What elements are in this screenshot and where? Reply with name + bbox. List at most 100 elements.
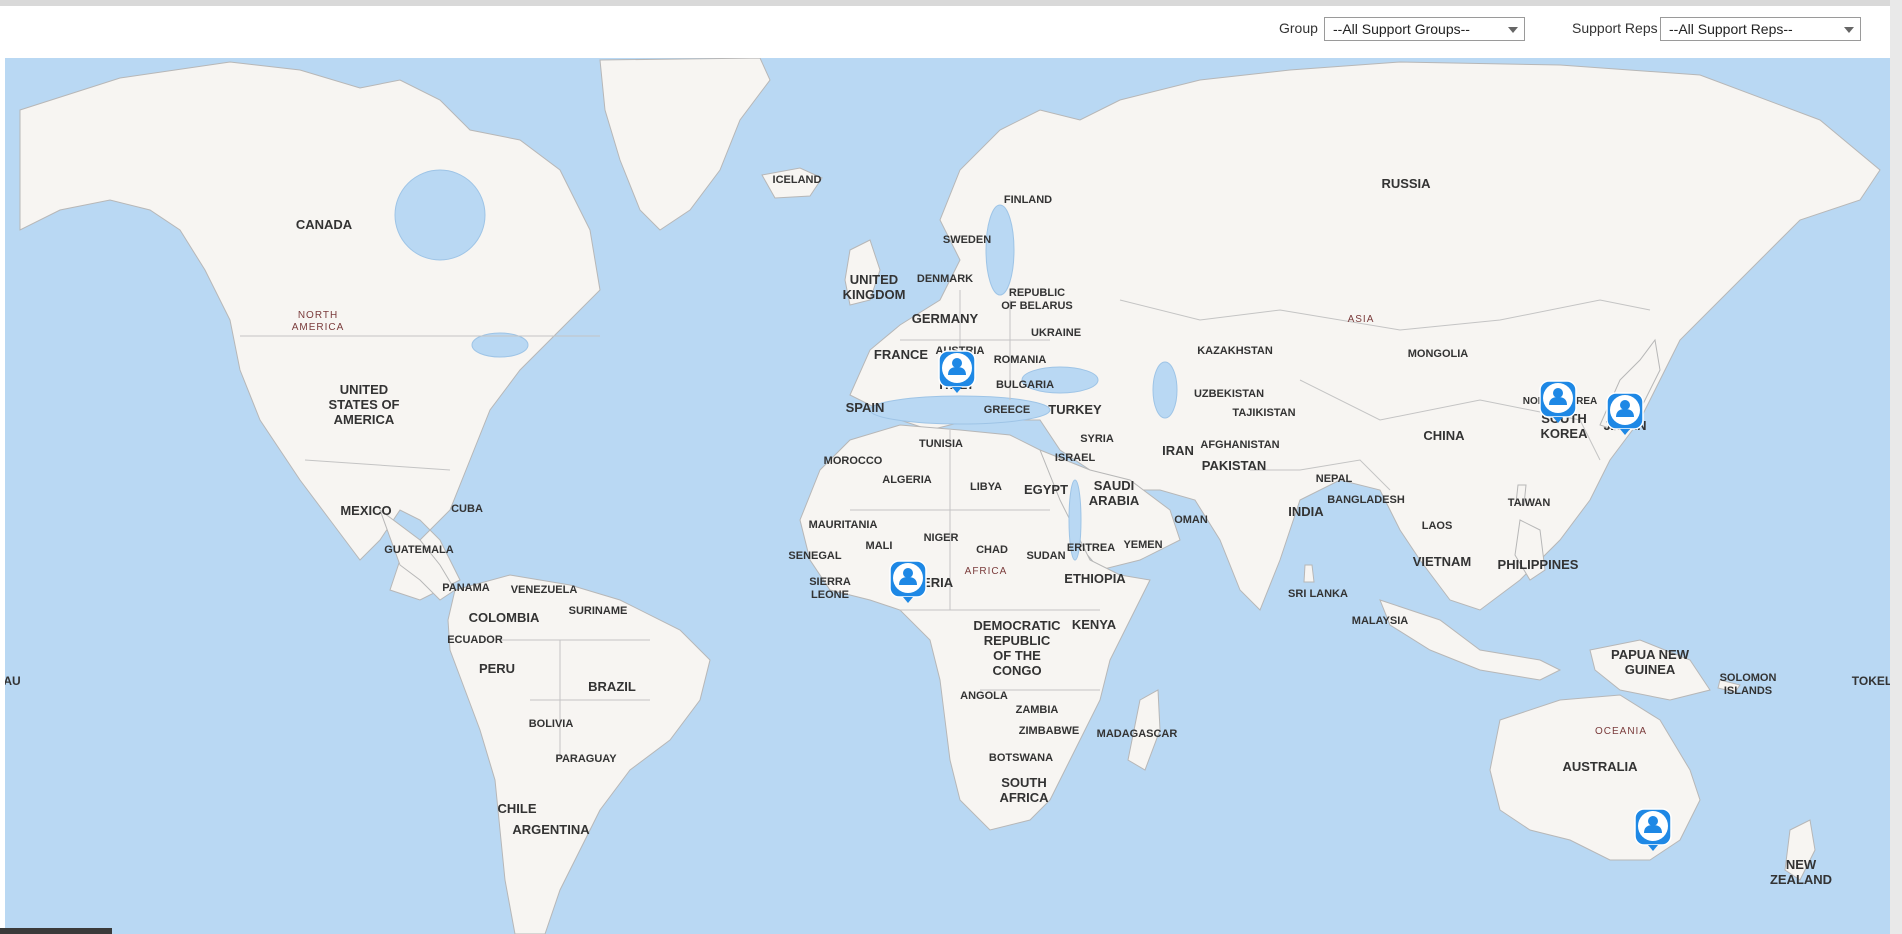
country-label-taiwan: TAIWAN: [1508, 497, 1551, 509]
support-reps-select-value: --All Support Reps--: [1669, 21, 1793, 37]
country-label-philippines: PHILIPPINES: [1498, 557, 1579, 572]
country-label-chad: CHAD: [976, 544, 1008, 556]
country-label-angola: ANGOLA: [960, 690, 1008, 702]
country-label-finland: FINLAND: [1004, 194, 1052, 206]
hudson-bay: [394, 169, 486, 261]
north-america-label-1: NORTH: [298, 310, 338, 321]
marker-australia[interactable]: [1634, 808, 1672, 852]
country-label-argentina: ARGENTINA: [512, 822, 590, 837]
marker-italy[interactable]: [938, 350, 976, 394]
country-label-spain: SPAIN: [846, 400, 885, 415]
country-label-niger: NIGER: [924, 532, 959, 544]
country-label-tajikistan: TAJIKISTAN: [1232, 407, 1295, 419]
country-label-peru: PERU: [479, 661, 515, 676]
country-label-bulgaria: BULGARIA: [996, 379, 1054, 391]
country-label-usa-3: AMERICA: [334, 412, 395, 427]
country-label-greece: GREECE: [984, 404, 1030, 416]
country-label-south-africa-1: SOUTH: [1001, 775, 1047, 790]
country-label-drc-1: DEMOCRATIC: [973, 618, 1061, 633]
country-label-belarus-2: OF BELARUS: [1001, 300, 1073, 312]
country-label-mexico: MEXICO: [340, 503, 391, 518]
country-label-drc-4: CONGO: [992, 663, 1041, 678]
marker-south-korea[interactable]: [1539, 380, 1577, 424]
country-label-iran: IRAN: [1162, 443, 1194, 458]
country-label-sierra-leone-1: SIERRA: [809, 576, 851, 588]
baltic-sea: [985, 204, 1015, 296]
support-reps-select[interactable]: --All Support Reps--: [1660, 17, 1861, 41]
country-label-drc-3: OF THE: [993, 648, 1041, 663]
group-select[interactable]: --All Support Groups--: [1324, 17, 1525, 41]
country-label-nz-1: NEW: [1786, 857, 1817, 872]
country-label-russia: RUSSIA: [1381, 176, 1431, 191]
asia-label: ASIA: [1348, 314, 1375, 325]
country-label-venezuela: VENEZUELA: [511, 584, 578, 596]
country-label-mongolia: MONGOLIA: [1408, 348, 1469, 360]
country-label-sudan: SUDAN: [1026, 550, 1065, 562]
country-label-madagascar: MADAGASCAR: [1097, 728, 1178, 740]
country-label-uzbekistan: UZBEKISTAN: [1194, 388, 1264, 400]
oceania-label: OCEANIA: [1595, 726, 1647, 737]
country-label-morocco: MOROCCO: [824, 455, 883, 467]
marker-japan[interactable]: [1606, 392, 1644, 436]
country-label-turkey: TURKEY: [1048, 402, 1102, 417]
country-label-usa-2: STATES OF: [328, 397, 399, 412]
country-label-denmark: DENMARK: [917, 273, 973, 285]
country-label-bangladesh: BANGLADESH: [1327, 494, 1405, 506]
country-label-colombia: COLOMBIA: [469, 610, 540, 625]
group-select-value: --All Support Groups--: [1333, 21, 1470, 37]
country-label-senegal: SENEGAL: [788, 550, 841, 562]
country-label-france: FRANCE: [874, 347, 928, 362]
country-label-kazakhstan: KAZAKHSTAN: [1197, 345, 1273, 357]
country-label-ecuador: ECUADOR: [447, 634, 503, 646]
country-label-uk-1: UNITED: [850, 272, 898, 287]
country-label-drc-2: REPUBLIC: [984, 633, 1051, 648]
map-canvas[interactable]: NORTH AMERICA AFRICA ASIA OCEANIA CANADA…: [5, 58, 1890, 934]
country-label-tunisia: TUNISIA: [919, 438, 963, 450]
country-label-afghanistan: AFGHANISTAN: [1200, 439, 1279, 451]
country-label-suriname: SURINAME: [569, 605, 628, 617]
country-label-png-1: PAPUA NEW: [1611, 647, 1690, 662]
country-label-paraguay: PARAGUAY: [555, 753, 617, 765]
country-label-saudi-arabia-1: SAUDI: [1094, 478, 1134, 493]
chevron-down-icon: [1844, 27, 1854, 33]
country-label-israel: ISRAEL: [1055, 452, 1096, 464]
country-label-oman: OMAN: [1174, 514, 1208, 526]
country-label-laos: LAOS: [1422, 520, 1453, 532]
country-label-china: CHINA: [1423, 428, 1465, 443]
country-label-sierra-leone-2: LEONE: [811, 589, 849, 601]
great-lakes: [471, 332, 529, 358]
sri-lanka-landmass: [1303, 564, 1315, 583]
north-america-label-2: AMERICA: [292, 322, 345, 333]
window-right-edge: [1890, 0, 1902, 934]
country-label-tokelau: TOKEL: [1852, 674, 1890, 688]
world-map[interactable]: NORTH AMERICA AFRICA ASIA OCEANIA CANADA…: [5, 58, 1890, 934]
chevron-down-icon: [1508, 27, 1518, 33]
country-label-pakistan: PAKISTAN: [1202, 458, 1267, 473]
country-label-nepal: NEPAL: [1316, 473, 1353, 485]
country-label-saudi-arabia-2: ARABIA: [1089, 493, 1140, 508]
country-label-south-korea-2: KOREA: [1541, 426, 1589, 441]
country-label-malaysia: MALAYSIA: [1352, 615, 1408, 627]
country-label-bolivia: BOLIVIA: [529, 718, 574, 730]
group-label: Group: [1279, 20, 1318, 36]
country-label-romania: ROMANIA: [994, 354, 1047, 366]
country-label-solomon-2: ISLANDS: [1724, 685, 1772, 697]
country-label-panama: PANAMA: [442, 582, 490, 594]
country-label-guatemala: GUATEMALA: [384, 544, 454, 556]
country-label-australia: AUSTRALIA: [1562, 759, 1638, 774]
country-label-sri-lanka: SRI LANKA: [1288, 588, 1348, 600]
country-label-mali: MALI: [866, 540, 893, 552]
country-label-south-africa-2: AFRICA: [999, 790, 1049, 805]
country-label-canada: CANADA: [296, 217, 353, 232]
marker-nigeria[interactable]: [889, 560, 927, 604]
country-label-nz-2: ZEALAND: [1770, 872, 1832, 887]
country-label-brazil: BRAZIL: [588, 679, 636, 694]
country-label-iceland: ICELAND: [773, 174, 822, 186]
caspian-sea: [1152, 361, 1178, 419]
country-label-usa-1: UNITED: [340, 382, 388, 397]
africa-label: AFRICA: [965, 566, 1008, 577]
country-label-india: INDIA: [1288, 504, 1324, 519]
country-label-mauritania: MAURITANIA: [809, 519, 878, 531]
country-label-cuba: CUBA: [451, 503, 483, 515]
country-label-algeria: ALGERIA: [882, 474, 932, 486]
